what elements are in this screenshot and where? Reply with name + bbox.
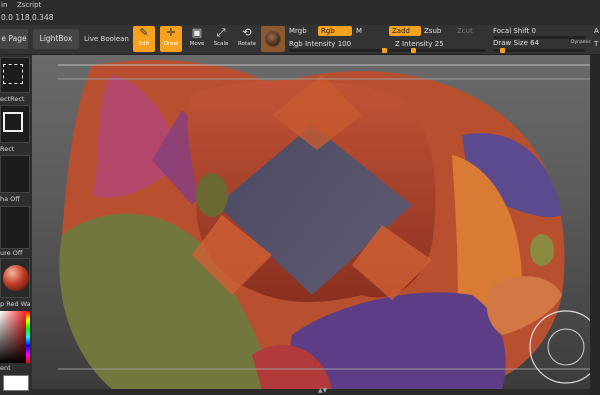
draw-tool-label: Draw <box>163 41 179 47</box>
right-edge-label-a: A <box>594 27 599 35</box>
draw-size-value: 64 <box>530 39 540 47</box>
rect-selection-icon <box>3 64 23 84</box>
alpha-label: ha Off <box>0 195 20 203</box>
rgb-intensity-slider[interactable] <box>289 48 387 53</box>
gradient-label: ent <box>0 364 11 372</box>
edit-icon: ✎ <box>139 26 149 39</box>
collapse-arrows-icon[interactable]: ▲▼ <box>318 387 327 395</box>
texture-slot[interactable] <box>0 206 30 249</box>
z-intensity-slider-label[interactable]: Z Intensity 25 <box>395 40 444 48</box>
scale-icon: ⤢ <box>216 26 226 39</box>
stroke-label: Rect <box>0 145 15 153</box>
dynamic-toggle[interactable]: Dynamic <box>571 40 591 45</box>
main-color-swatch[interactable] <box>3 375 29 391</box>
hue-bar[interactable] <box>26 311 30 363</box>
move-tool-label: Move <box>189 41 205 47</box>
navigation-inner-circle-icon[interactable] <box>547 328 585 366</box>
color-picker[interactable] <box>0 311 30 363</box>
red-wax-material-icon <box>3 265 29 291</box>
home-page-button[interactable]: e Page <box>0 29 28 49</box>
rgb-intensity-slider-handle[interactable] <box>382 48 387 53</box>
brush-slot[interactable] <box>0 57 30 93</box>
olive-blob-right <box>530 234 554 266</box>
draw-size-slider[interactable] <box>493 48 585 53</box>
material-slot[interactable] <box>0 258 30 298</box>
rect-stroke-icon <box>3 112 23 132</box>
rgb-intensity-label: Rgb Intensity <box>289 40 336 48</box>
draw-size-slider-label[interactable]: Draw Size 64 <box>493 39 539 47</box>
z-intensity-slider[interactable] <box>389 48 485 53</box>
material-sphere-icon <box>265 31 281 47</box>
zcut-toggle[interactable]: Zcut <box>457 27 473 35</box>
focal-shift-slider-label[interactable]: Focal Shift 0 <box>493 27 536 35</box>
rgb-intensity-value: 100 <box>337 40 352 48</box>
top-toolbar: e Page LightBox Live Boolean ✎ Edit ✛ Dr… <box>0 25 600 55</box>
right-shelf <box>590 55 600 395</box>
rgb-toggle[interactable]: Rgb <box>318 26 352 36</box>
sculpt-model <box>58 60 590 389</box>
edit-tool-button[interactable]: ✎ Edit <box>133 26 155 52</box>
lightbox-button[interactable]: LightBox <box>33 29 79 49</box>
move-icon: ▣ <box>191 26 203 39</box>
coordinates-readout: 0.0 118,0.348 <box>0 10 600 25</box>
scale-tool-button[interactable]: ⤢ Scale <box>210 26 232 52</box>
menu-item-plugin[interactable]: in <box>1 0 7 10</box>
z-intensity-slider-handle[interactable] <box>410 48 416 53</box>
texture-label: ure Off <box>0 249 23 257</box>
live-boolean-button[interactable]: Live Boolean <box>84 35 129 43</box>
draw-icon: ✛ <box>166 26 176 39</box>
menu-bar: in Zscript <box>0 0 600 10</box>
focal-shift-label: Focal Shift <box>493 27 530 35</box>
m-toggle[interactable]: M <box>356 27 362 35</box>
document-canvas[interactable] <box>32 55 590 389</box>
stroke-slot[interactable] <box>0 105 30 143</box>
zsub-toggle[interactable]: Zsub <box>424 27 441 35</box>
draw-tool-button[interactable]: ✛ Draw <box>160 26 182 52</box>
focal-shift-value: 0 <box>531 27 536 35</box>
z-intensity-value: 25 <box>434 40 444 48</box>
rotate-tool-button[interactable]: ⟲ Rotate <box>236 26 258 52</box>
draw-size-label: Draw Size <box>493 39 528 47</box>
brush-label: ectRect <box>0 95 25 103</box>
scale-tool-label: Scale <box>213 41 229 47</box>
draw-size-slider-handle[interactable] <box>499 48 505 53</box>
rotate-icon: ⟲ <box>242 26 252 39</box>
bottom-bar: ▲▼ <box>32 387 590 395</box>
rgb-intensity-slider-label[interactable]: Rgb Intensity 100 <box>289 40 351 48</box>
edit-tool-label: Edit <box>138 41 150 47</box>
zadd-toggle[interactable]: Zadd <box>389 26 421 36</box>
menu-item-zscript[interactable]: Zscript <box>17 0 41 10</box>
z-intensity-label: Z Intensity <box>395 40 433 48</box>
alpha-slot[interactable] <box>0 155 30 193</box>
rotate-tool-label: Rotate <box>237 41 256 47</box>
move-tool-button[interactable]: ▣ Move <box>186 26 208 52</box>
right-edge-label-t: T <box>594 40 599 48</box>
material-label: p Red Wa <box>0 300 31 308</box>
left-shelf: ectRect Rect ha Off ure Off p Red Wa ent <box>0 55 32 395</box>
mrgb-toggle[interactable]: Mrgb <box>289 27 307 35</box>
olive-blob-left <box>196 173 228 217</box>
material-button[interactable] <box>261 26 285 52</box>
